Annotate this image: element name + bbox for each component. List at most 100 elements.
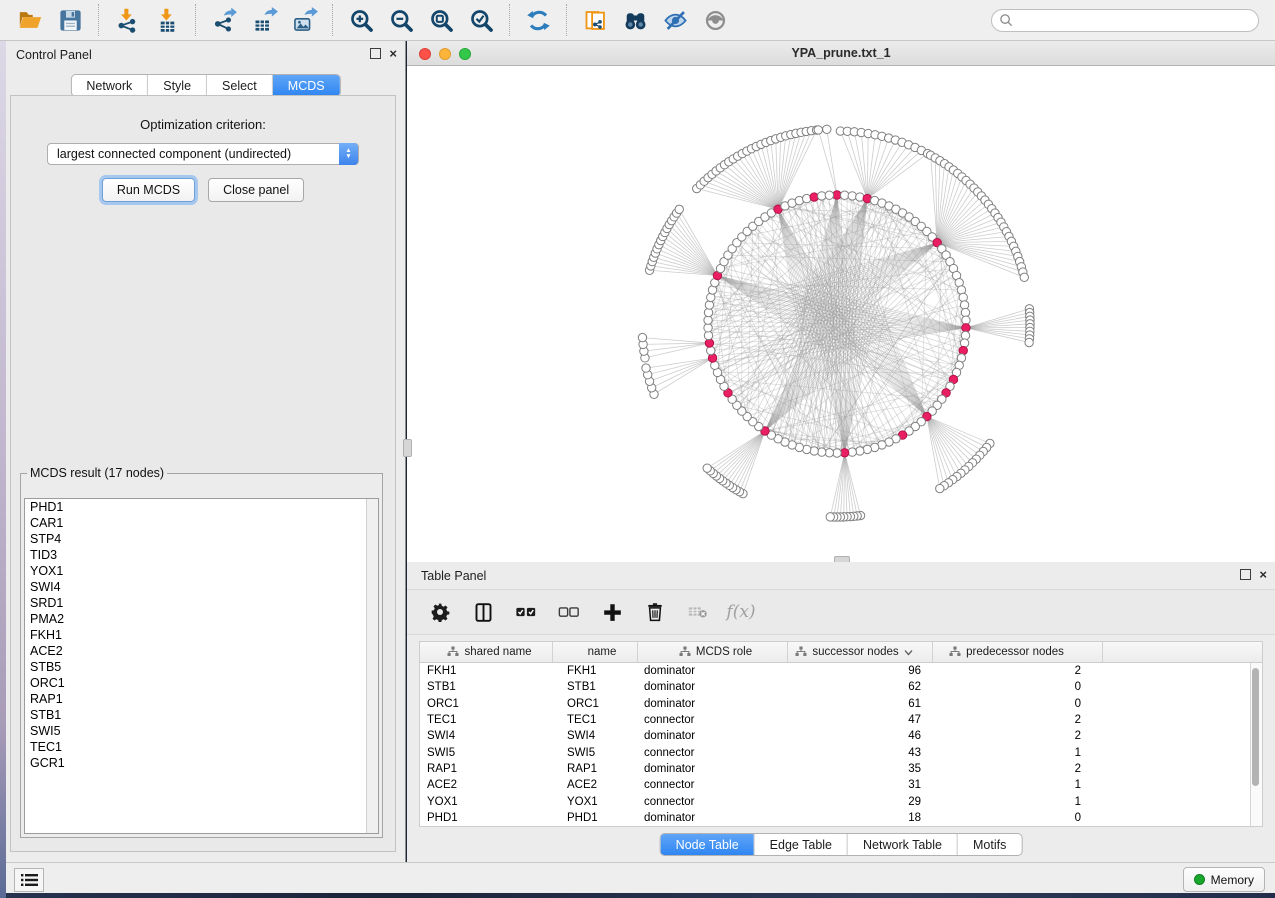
table-cell-shared_name: YOX1 [420, 796, 553, 808]
mcds-result-item[interactable]: FKH1 [25, 627, 378, 643]
open-file-icon[interactable] [13, 3, 47, 37]
create-column-icon[interactable] [599, 599, 625, 625]
close-panel-button[interactable]: Close panel [208, 178, 304, 202]
mcds-result-item[interactable]: STP4 [25, 531, 378, 547]
table-row[interactable]: RAP1RAP1dominator352 [420, 761, 1262, 777]
zoom-out-icon[interactable] [384, 3, 418, 37]
tab-node-table[interactable]: Node Table [661, 834, 754, 855]
mcds-result-item[interactable]: PMA2 [25, 611, 378, 627]
run-mcds-button[interactable]: Run MCDS [102, 178, 195, 202]
close-table-panel-icon[interactable]: × [1259, 570, 1267, 579]
search-field-wrap [991, 9, 1259, 32]
float-panel-icon[interactable] [370, 48, 381, 59]
zoom-in-icon[interactable] [344, 3, 378, 37]
column-header-successor-nodes[interactable]: successor nodes [788, 642, 933, 662]
mcds-result-item[interactable]: YOX1 [25, 563, 378, 579]
tab-mcds[interactable]: MCDS [272, 75, 340, 96]
table-row[interactable]: YOX1YOX1connector291 [420, 793, 1262, 809]
tab-edge-table[interactable]: Edge Table [754, 834, 847, 855]
table-cell-name: SWI5 [553, 747, 638, 759]
task-history-button[interactable] [14, 868, 44, 892]
status-bar: Memory [6, 862, 1275, 893]
tab-network-table[interactable]: Network Table [847, 834, 957, 855]
mcds-result-item[interactable]: RAP1 [25, 691, 378, 707]
table-scrollbar[interactable] [1250, 663, 1262, 826]
delete-column-icon[interactable] [642, 599, 668, 625]
table-row[interactable]: PHD1PHD1dominator180 [420, 810, 1262, 826]
table-cell-predecessor_nodes: 2 [933, 714, 1103, 726]
import-table-icon[interactable] [150, 3, 184, 37]
table-row[interactable]: TEC1TEC1connector472 [420, 712, 1262, 728]
mcds-result-item[interactable]: GCR1 [25, 755, 378, 771]
mcds-result-item[interactable]: TEC1 [25, 739, 378, 755]
column-header-shared-name[interactable]: shared name [420, 642, 553, 662]
tab-select[interactable]: Select [206, 75, 272, 96]
refresh-view-icon[interactable] [521, 3, 555, 37]
column-header-filler [1103, 642, 1262, 662]
table-cell-mcds_role: dominator [638, 681, 788, 693]
memory-button[interactable]: Memory [1183, 867, 1265, 892]
table-row[interactable]: SWI4SWI4dominator462 [420, 728, 1262, 744]
column-header-name[interactable]: name [553, 642, 638, 662]
table-mode-gear-icon[interactable] [427, 599, 453, 625]
table-cell-predecessor_nodes: 1 [933, 779, 1103, 791]
table-row[interactable]: STB1STB1dominator620 [420, 679, 1262, 695]
show-all-icon[interactable] [698, 3, 732, 37]
table-scrollbar-thumb[interactable] [1252, 668, 1259, 786]
close-panel-icon[interactable]: × [389, 49, 397, 58]
table-cell-predecessor_nodes: 1 [933, 796, 1103, 808]
table-cell-shared_name: STB1 [420, 681, 553, 693]
table-row[interactable]: FKH1FKH1dominator962 [420, 663, 1262, 679]
window-close-icon[interactable] [419, 48, 431, 60]
table-row[interactable]: ORC1ORC1dominator610 [420, 696, 1262, 712]
mcds-result-item[interactable]: ACE2 [25, 643, 378, 659]
first-neighbors-icon[interactable] [618, 3, 652, 37]
vertical-splitter-handle[interactable] [403, 439, 412, 457]
mcds-result-list[interactable]: PHD1CAR1STP4TID3YOX1SWI4SRD1PMA2FKH1ACE2… [24, 498, 379, 834]
network-canvas[interactable] [407, 66, 1275, 562]
table-row[interactable]: ACE2ACE2connector311 [420, 777, 1262, 793]
select-all-rows-icon[interactable] [513, 599, 539, 625]
column-header-mcds-role[interactable]: MCDS role [638, 642, 788, 662]
tab-style[interactable]: Style [147, 75, 206, 96]
mcds-result-item[interactable]: SWI4 [25, 579, 378, 595]
toolbar-separator [98, 4, 99, 36]
mcds-result-title: MCDS result (17 nodes) [27, 466, 167, 480]
mcds-result-item[interactable]: PHD1 [25, 499, 378, 515]
zoom-fit-icon[interactable] [424, 3, 458, 37]
table-row[interactable]: SWI5SWI5connector431 [420, 744, 1262, 760]
tab-network[interactable]: Network [71, 75, 147, 96]
save-session-icon[interactable] [53, 3, 87, 37]
table-cell-mcds_role: connector [638, 714, 788, 726]
dropdown-stepper-icon: ▲▼ [339, 143, 358, 165]
mcds-result-item[interactable]: STB1 [25, 707, 378, 723]
zoom-selected-icon[interactable] [464, 3, 498, 37]
tab-motifs[interactable]: Motifs [957, 834, 1021, 855]
criterion-dropdown[interactable]: largest connected component (undirected)… [47, 143, 359, 165]
mcds-result-item[interactable]: CAR1 [25, 515, 378, 531]
mcds-list-scrollbar[interactable] [366, 499, 378, 833]
window-minimize-icon[interactable] [439, 48, 451, 60]
column-header-predecessor-nodes[interactable]: predecessor nodes [933, 642, 1103, 662]
node-table-header: shared name name MCDS role successor nod… [420, 642, 1262, 663]
mcds-result-item[interactable]: ORC1 [25, 675, 378, 691]
window-zoom-icon[interactable] [459, 48, 471, 60]
search-input[interactable] [991, 9, 1259, 32]
mcds-result-item[interactable]: STB5 [25, 659, 378, 675]
show-columns-icon[interactable] [470, 599, 496, 625]
export-image-icon[interactable] [287, 3, 321, 37]
table-cell-name: STB1 [553, 681, 638, 693]
hide-selected-icon[interactable] [658, 3, 692, 37]
export-network-icon[interactable] [207, 3, 241, 37]
deselect-all-rows-icon[interactable] [556, 599, 582, 625]
mcds-result-item[interactable]: TID3 [25, 547, 378, 563]
control-panel-tabs: Network Style Select MCDS [70, 74, 340, 97]
float-table-panel-icon[interactable] [1240, 569, 1251, 580]
mcds-result-item[interactable]: SRD1 [25, 595, 378, 611]
table-panel: Table Panel × [407, 562, 1275, 862]
new-network-from-selection-icon[interactable] [578, 3, 612, 37]
import-network-icon[interactable] [110, 3, 144, 37]
memory-status-dot-icon [1194, 874, 1205, 885]
export-table-icon[interactable] [247, 3, 281, 37]
mcds-result-item[interactable]: SWI5 [25, 723, 378, 739]
